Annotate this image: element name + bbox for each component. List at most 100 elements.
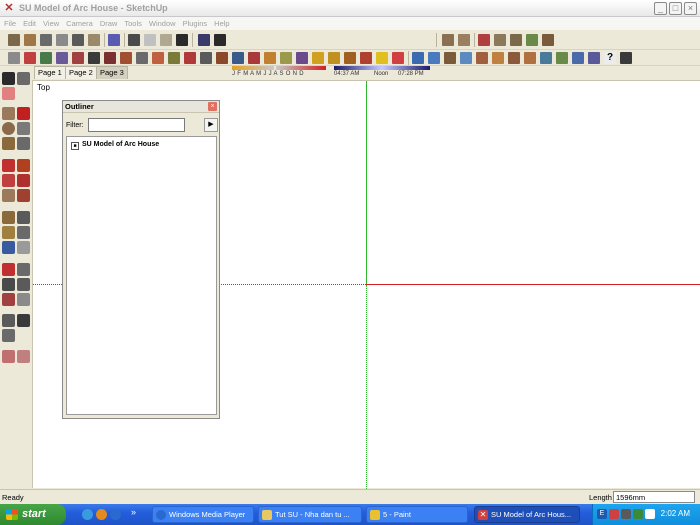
media-player-quick-icon[interactable] [110,509,121,520]
menu-help[interactable]: Help [210,17,232,28]
plugin-icon[interactable] [508,52,520,64]
plugin-icon[interactable] [264,52,276,64]
volume-icon[interactable] [621,509,631,519]
plugin-icon[interactable] [232,52,244,64]
plugin-icon[interactable] [8,52,20,64]
look-around-icon[interactable] [2,329,15,342]
outliner-title-bar[interactable]: Outliner × [63,101,219,113]
plugin-icon[interactable] [200,52,212,64]
menu-draw[interactable]: Draw [96,17,121,28]
arc-icon[interactable] [17,122,30,135]
task-windows-media-player[interactable]: Windows Media Player [152,506,254,523]
start-button[interactable]: start [0,504,66,525]
tab-page-3[interactable]: Page 3 [96,66,128,79]
left-view-icon[interactable] [88,34,100,46]
eraser-icon[interactable] [2,87,15,100]
plugin-icon[interactable] [540,52,552,64]
plugin-icon[interactable] [216,52,228,64]
circle-icon[interactable] [2,122,15,135]
help-icon[interactable]: ? [604,52,616,64]
tab-page-1[interactable]: Page 1 [34,66,66,79]
plugin-icon[interactable] [328,52,340,64]
section-tool-icon[interactable] [17,350,30,363]
menu-edit[interactable]: Edit [19,17,39,28]
plugin-icon[interactable] [280,52,292,64]
task-paint[interactable]: 5 - Paint [366,506,468,523]
right-view-icon[interactable] [56,34,68,46]
firefox-icon[interactable] [96,509,107,520]
offset-icon[interactable] [17,189,30,202]
menu-camera[interactable]: Camera [62,17,96,28]
export-icon[interactable] [542,34,554,46]
menu-tools[interactable]: Tools [120,17,145,28]
plugin-icon[interactable] [120,52,132,64]
rectangle-icon[interactable] [2,107,15,120]
plugin-icon[interactable] [136,52,148,64]
menu-view[interactable]: View [39,17,62,28]
length-input[interactable]: 1596mm [613,491,695,503]
plugin-icon[interactable] [72,52,84,64]
zoom-window-icon[interactable] [17,278,30,291]
menu-file[interactable]: File [0,17,19,28]
walk-icon[interactable] [17,314,30,327]
plugin-icon[interactable] [588,52,600,64]
shadow-settings-icon[interactable] [198,34,210,46]
plugin-icon[interactable] [492,52,504,64]
plugin-icon[interactable] [152,52,164,64]
delete-icon[interactable] [392,52,404,64]
network-icon[interactable] [633,509,643,519]
plugin-icon[interactable] [296,52,308,64]
zoom-icon[interactable] [2,278,15,291]
tab-page-2[interactable]: Page 2 [65,66,97,79]
iso-view-icon[interactable] [8,34,20,46]
rotate-icon[interactable] [2,174,15,187]
outliner-details-arrow-icon[interactable]: ▶ [204,118,218,132]
component-icon[interactable] [494,34,506,46]
axes-icon[interactable] [2,241,15,254]
pencil-icon[interactable] [17,107,30,120]
ie-icon[interactable] [82,509,93,520]
shaded-icon[interactable] [160,34,172,46]
follow-me-icon[interactable] [17,174,30,187]
plugin-icon[interactable] [476,52,488,64]
menu-window[interactable]: Window [145,17,179,28]
plugin-icon[interactable] [460,52,472,64]
scale-icon[interactable] [2,189,15,202]
polygon-icon[interactable] [2,137,15,150]
minimize-button[interactable]: _ [654,2,667,15]
tape-measure-icon[interactable] [2,211,15,224]
maximize-button[interactable]: □ [669,2,682,15]
front-view-icon[interactable] [40,34,52,46]
protractor-icon[interactable] [2,226,15,239]
task-tut-su-folder[interactable]: Tut SU - Nha dan tu ... [258,506,362,523]
wireframe-icon[interactable] [128,34,140,46]
display-shadows-icon[interactable] [214,34,226,46]
star-icon[interactable] [376,52,388,64]
position-camera-icon[interactable] [2,314,15,327]
top-view-icon[interactable] [24,34,36,46]
plugin-icon[interactable] [556,52,568,64]
pan-icon[interactable] [17,263,30,276]
layer-icon[interactable] [478,34,490,46]
plugin-icon[interactable] [572,52,584,64]
dimension-icon[interactable] [17,211,30,224]
panda-icon[interactable] [645,509,655,519]
plugin-icon[interactable] [444,52,456,64]
shaded-texture-icon[interactable] [176,34,188,46]
plugin-icon[interactable] [104,52,116,64]
push-pull-icon[interactable] [17,159,30,172]
plugin-icon[interactable] [412,52,424,64]
menu-plugins[interactable]: Plugins [179,17,211,28]
plugin-icon[interactable] [248,52,260,64]
plugin-icon[interactable] [40,52,52,64]
select-icon[interactable] [2,72,15,85]
zoom-extents-icon[interactable] [2,293,15,306]
section-plane-tool-icon[interactable] [2,350,15,363]
language-indicator[interactable]: E [597,509,607,519]
close-button[interactable]: × [684,2,697,15]
plugin-icon[interactable] [168,52,180,64]
plugin-icon[interactable] [312,52,324,64]
previous-view-icon[interactable] [17,293,30,306]
xray-icon[interactable] [108,34,120,46]
outliner-model-item[interactable]: ■ SU Model of Arc House [71,141,159,150]
